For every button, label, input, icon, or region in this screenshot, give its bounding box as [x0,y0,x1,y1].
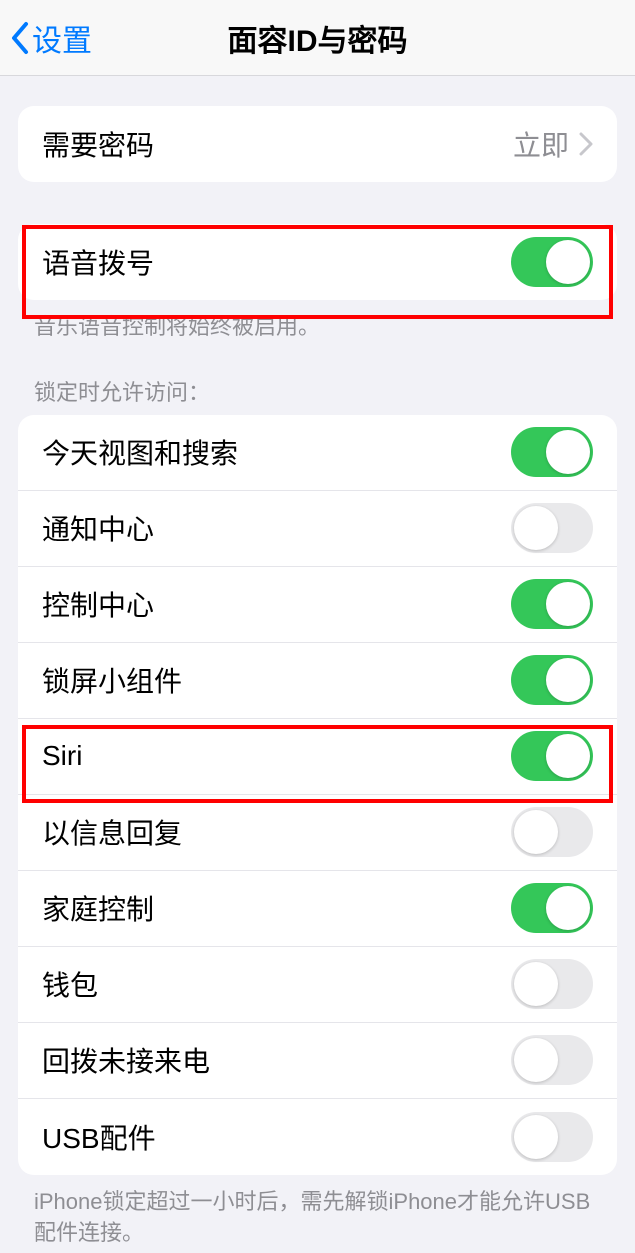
locked-access-row: Siri [18,719,617,795]
chevron-right-icon [579,132,593,156]
require-passcode-row[interactable]: 需要密码 立即 [18,106,617,182]
locked-access-row: 家庭控制 [18,871,617,947]
locked-access-label: 通知中心 [42,508,154,548]
voice-dial-footer: 音乐语音控制将始终被启用。 [0,300,635,343]
locked-access-footer: iPhone锁定超过一小时后，需先解锁iPhone才能允许USB配件连接。 [0,1175,635,1249]
locked-access-label: 家庭控制 [42,888,154,928]
require-passcode-value: 立即 [513,124,569,164]
locked-access-toggle[interactable] [511,427,593,477]
locked-access-row: 通知中心 [18,491,617,567]
locked-access-label: 回拨未接来电 [42,1040,210,1080]
require-passcode-label: 需要密码 [42,124,154,164]
locked-access-header: 锁定时允许访问： [0,343,635,415]
locked-access-label: USB配件 [42,1117,156,1157]
locked-access-row: USB配件 [18,1099,617,1175]
voice-dial-toggle[interactable] [511,237,593,287]
locked-access-row: 锁屏小组件 [18,643,617,719]
passcode-group: 需要密码 立即 [18,106,617,182]
locked-access-toggle[interactable] [511,959,593,1009]
locked-access-toggle[interactable] [511,1112,593,1162]
voice-dial-row: 语音拨号 [18,224,617,300]
locked-access-toggle[interactable] [511,579,593,629]
locked-access-row: 以信息回复 [18,795,617,871]
back-label: 设置 [32,16,92,60]
voice-dial-group: 语音拨号 [18,224,617,300]
locked-access-toggle[interactable] [511,503,593,553]
locked-access-toggle[interactable] [511,883,593,933]
locked-access-toggle[interactable] [511,1035,593,1085]
locked-access-label: 控制中心 [42,584,154,624]
back-button[interactable]: 设置 [0,16,92,60]
voice-dial-label: 语音拨号 [42,242,154,282]
chevron-left-icon [10,21,30,55]
locked-access-row: 回拨未接来电 [18,1023,617,1099]
locked-access-label: 锁屏小组件 [42,660,182,700]
locked-access-group: 今天视图和搜索通知中心控制中心锁屏小组件 Siri 以信息回复家庭控制钱包回拨未接来… [18,415,617,1175]
locked-access-label: Siri [42,740,82,772]
locked-access-row: 控制中心 [18,567,617,643]
locked-access-row: 今天视图和搜索 [18,415,617,491]
navbar: 设置 面容ID与密码 [0,0,635,76]
locked-access-toggle[interactable] [511,655,593,705]
locked-access-label: 今天视图和搜索 [42,432,238,472]
locked-access-toggle[interactable] [511,807,593,857]
locked-access-toggle[interactable] [511,731,593,781]
locked-access-label: 钱包 [42,964,98,1004]
page-title: 面容ID与密码 [0,16,635,60]
locked-access-label: 以信息回复 [42,812,182,852]
locked-access-row: 钱包 [18,947,617,1023]
